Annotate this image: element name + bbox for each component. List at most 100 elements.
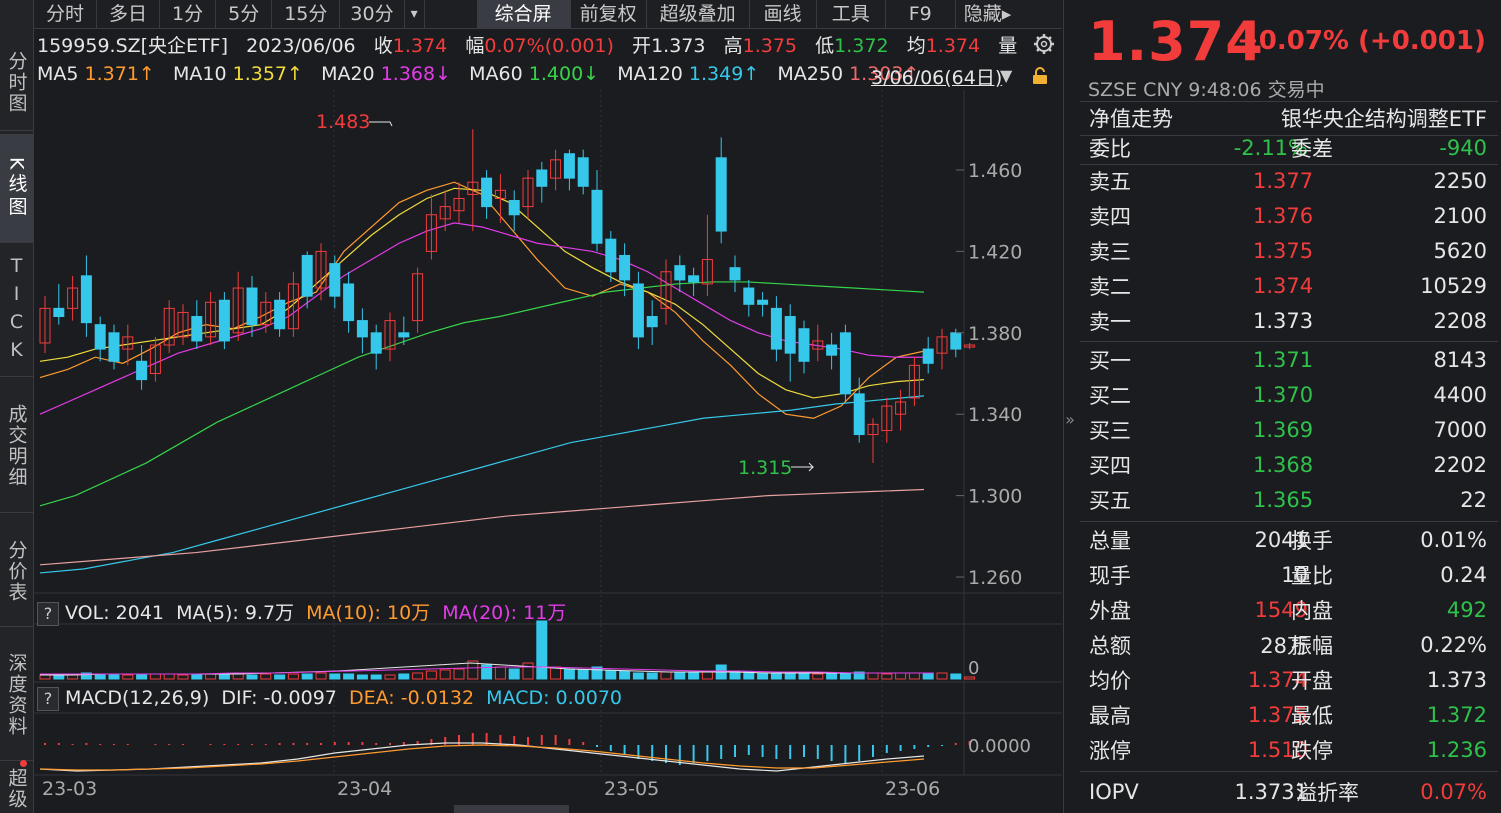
fund-name: 银华央企结构调整ETF	[1280, 107, 1487, 131]
volume-bar	[218, 674, 230, 680]
candle-body	[536, 169, 548, 187]
f9-button[interactable]: F9	[886, 0, 956, 28]
high-annotation-arrow	[369, 121, 393, 127]
premium-label: 溢折率	[1296, 781, 1359, 805]
y-tick-label: 1.340	[968, 404, 1022, 426]
open-label: 开	[632, 35, 652, 57]
sidebar-tab-price-table[interactable]: 分价表	[0, 516, 33, 627]
chart-scrollbar[interactable]	[454, 805, 569, 813]
x-tick-label: 23-06	[885, 778, 940, 800]
stat-row: 均价 1.374 开盘 1.373	[1080, 663, 1495, 697]
period-5min-button[interactable]: 5分	[216, 0, 273, 28]
settings-gear-icon[interactable]	[1033, 33, 1055, 55]
ma120-label: MA120	[617, 63, 683, 85]
stat-row-value2: 1.372	[1426, 703, 1487, 727]
stat-row-label: 总量	[1089, 529, 1131, 553]
date-range-link[interactable]: 3/06/06(64日)	[871, 63, 1002, 90]
volume-bar	[191, 674, 203, 680]
composite-screen-button[interactable]: 综合屏	[476, 0, 571, 28]
sidebar-tab-label: 深度资料	[5, 653, 28, 737]
stat-row: 现手 10 量比 0.24	[1080, 558, 1495, 592]
candle-body	[646, 316, 658, 328]
stat-row-label2: 内盘	[1291, 599, 1333, 623]
stat-row: 总量 2041 换手 0.01%	[1080, 523, 1495, 557]
sidebar-tab-kline[interactable]: K线图	[0, 134, 33, 243]
candle-body	[853, 393, 865, 436]
ask-level-4-label: 卖四	[1089, 205, 1131, 229]
candle-body	[218, 299, 230, 342]
period-1min-button[interactable]: 1分	[160, 0, 217, 28]
forward-adjust-button[interactable]: 前复权	[571, 0, 647, 28]
volume-bar	[770, 673, 782, 680]
draw-line-button[interactable]: 画线	[750, 0, 817, 28]
macd-axis-zero: 0.0000	[968, 736, 1031, 757]
nav-row[interactable]: 净值走势 银华央企结构调整ETF	[1080, 101, 1495, 135]
stat-row-value2: 0.24	[1440, 563, 1487, 587]
stat-row-value2: 1.373	[1426, 668, 1487, 692]
candle-body	[605, 238, 617, 273]
sidebar-tab-trades[interactable]: 成交明细	[0, 380, 33, 513]
period-dropdown-icon[interactable]: ▾	[405, 0, 425, 28]
sidebar-tab-super[interactable]: 超级	[0, 764, 33, 813]
ma5-value: 1.371↑	[84, 63, 155, 85]
macd-help-icon[interactable]: ?	[37, 687, 59, 711]
volume-bar	[508, 668, 520, 680]
candle-body	[674, 265, 686, 281]
period-30min-button[interactable]: 30分	[340, 0, 405, 28]
high-annotation: 1.483	[316, 111, 370, 133]
period-15min-button[interactable]: 15分	[272, 0, 341, 28]
candle-body	[632, 283, 644, 338]
bid-level-2-value: 1.370	[1253, 383, 1314, 407]
volume-bar	[798, 672, 810, 680]
nav-label: 净值走势	[1089, 107, 1173, 131]
collapse-panel-icon[interactable]: »	[1063, 400, 1077, 440]
tools-button[interactable]: 工具	[817, 0, 886, 28]
volume-bar	[163, 673, 175, 680]
low-value: 1.372	[834, 35, 889, 57]
ask-level-1-label: 卖一	[1089, 310, 1131, 334]
ma60-label: MA60	[469, 63, 523, 85]
y-tick-label: 1.420	[968, 241, 1022, 263]
lock-icon[interactable]	[1030, 66, 1050, 86]
ask-level-2-label: 卖二	[1089, 275, 1131, 299]
bid-level-3: 买三 1.369 7000	[1080, 413, 1495, 447]
sidebar-tab-label: 分时图	[5, 50, 28, 114]
ask-level-5-value: 1.377	[1253, 169, 1314, 193]
bid-level-2-value2: 4400	[1433, 383, 1487, 407]
weibi-row: 委比 -2.11% 委差 -940	[1080, 131, 1495, 165]
stat-row-label: 总额	[1089, 634, 1131, 658]
candle-body	[729, 267, 741, 281]
avg-value: 1.374	[925, 35, 981, 57]
period-timeshare-button[interactable]: 分时	[34, 0, 98, 28]
volume-bar	[895, 672, 907, 680]
sidebar-tab-tick[interactable]: TICK	[0, 246, 33, 377]
super-overlay-button[interactable]: 超级叠加	[647, 0, 750, 28]
volume-help-icon[interactable]: ?	[37, 602, 59, 626]
candle-body	[481, 177, 493, 208]
sidebar-tab-depth[interactable]: 深度资料	[0, 630, 33, 761]
volume-bar	[536, 620, 548, 680]
quote-info-row: 159959.SZ[央企ETF] 2023/06/06 收1.374 幅0.07…	[37, 31, 1017, 59]
ask-level-3-label: 卖三	[1089, 240, 1131, 264]
range-label: 幅	[465, 35, 485, 57]
volume-bar	[425, 670, 437, 680]
x-tick-label: 23-03	[42, 778, 97, 800]
divider	[1080, 341, 1498, 342]
volume-panel-header: ? VOL: 2041 MA(5): 9.7万 MA(10): 10万 MA(20…	[37, 598, 566, 626]
candle-body	[922, 348, 934, 364]
bid-level-4: 买四 1.368 2202	[1080, 448, 1495, 482]
bid-level-1-value: 1.371	[1253, 348, 1314, 372]
volume-bar	[522, 662, 534, 680]
stat-row-label2: 量比	[1291, 564, 1333, 588]
hide-button[interactable]: 隐藏▸	[956, 0, 1020, 28]
volume-ma20: MA(20): 11万	[442, 602, 567, 624]
period-multiday-button[interactable]: 多日	[97, 0, 161, 28]
stat-row-label2: 最低	[1291, 704, 1333, 728]
ma250-label: MA250	[777, 63, 844, 85]
stat-row: 总额 28万 振幅 0.22%	[1080, 628, 1495, 662]
sidebar-tab-timeshare[interactable]: 分时图	[0, 34, 33, 131]
range-value: 0.07%(0.001)	[484, 35, 614, 57]
range-dropdown-icon[interactable]: ▼	[1000, 66, 1012, 85]
stat-row-label2: 开盘	[1291, 669, 1333, 693]
